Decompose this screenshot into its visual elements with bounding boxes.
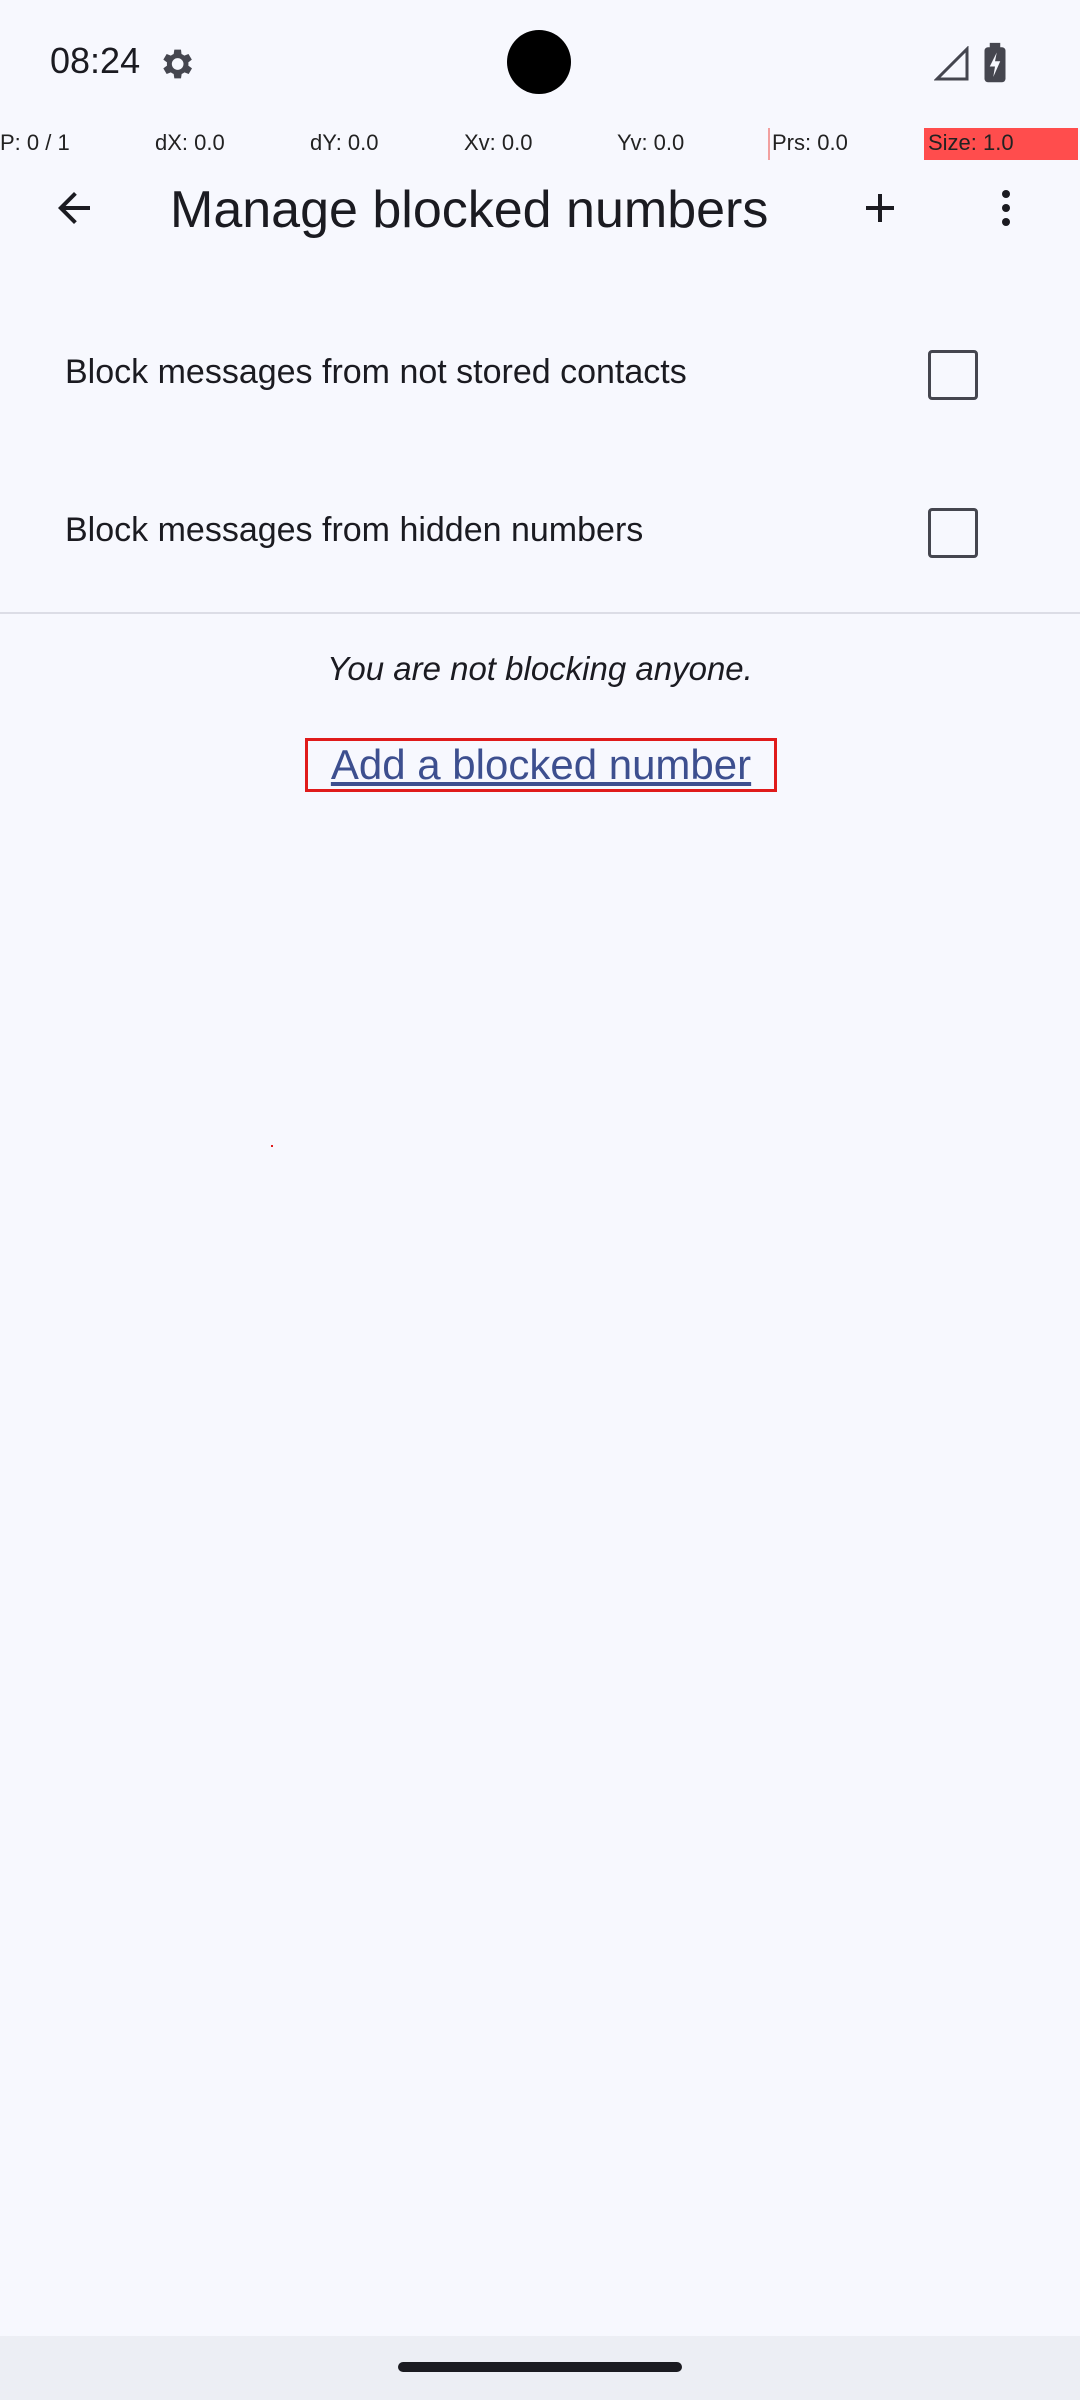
cell-signal-icon bbox=[933, 45, 970, 82]
status-bar: 08:24 bbox=[0, 0, 1080, 128]
pointer-overlay: P: 0 / 1 dX: 0.0 dY: 0.0 Xv: 0.0 Yv: 0.0… bbox=[0, 128, 1080, 160]
overlay-dy: dY: 0.0 bbox=[310, 130, 379, 155]
add-blocked-number-button[interactable] bbox=[840, 170, 920, 250]
camera-cutout bbox=[507, 30, 571, 94]
block-not-stored-checkbox[interactable] bbox=[928, 350, 978, 400]
overlay-size: Size: 1.0 bbox=[928, 130, 1014, 155]
overlay-xv: Xv: 0.0 bbox=[464, 130, 533, 155]
setting-label: Block messages from not stored contacts bbox=[65, 353, 687, 391]
overlay-p: P: 0 / 1 bbox=[0, 130, 70, 155]
overlay-prs: Prs: 0.0 bbox=[772, 130, 848, 155]
block-hidden-checkbox[interactable] bbox=[928, 508, 978, 558]
divider bbox=[0, 612, 1080, 614]
overlay-size-bar: Size: 1.0 bbox=[924, 128, 1078, 160]
status-time: 08:24 bbox=[50, 40, 141, 81]
more-options-button[interactable] bbox=[966, 170, 1046, 250]
overlay-yv: Yv: 0.0 bbox=[617, 130, 685, 155]
battery-charging-icon bbox=[982, 42, 1008, 84]
gear-icon bbox=[156, 44, 196, 84]
setting-label: Block messages from hidden numbers bbox=[65, 511, 644, 549]
more-vert-icon bbox=[982, 184, 1030, 237]
page-title: Manage blocked numbers bbox=[170, 181, 769, 239]
back-button[interactable] bbox=[34, 170, 114, 250]
setting-row-hidden-numbers[interactable]: Block messages from hidden numbers bbox=[0, 454, 1080, 612]
add-blocked-number-link[interactable]: Add a blocked number bbox=[305, 738, 777, 792]
touch-marker bbox=[271, 1145, 273, 1147]
arrow-back-icon bbox=[50, 184, 98, 237]
empty-state-message: You are not blocking anyone. bbox=[327, 650, 753, 687]
plus-icon bbox=[856, 184, 904, 237]
setting-row-not-stored-contacts[interactable]: Block messages from not stored contacts bbox=[0, 296, 1080, 454]
overlay-dx: dX: 0.0 bbox=[155, 130, 225, 155]
gesture-handle[interactable] bbox=[398, 2362, 682, 2372]
overlay-divider bbox=[768, 128, 770, 160]
